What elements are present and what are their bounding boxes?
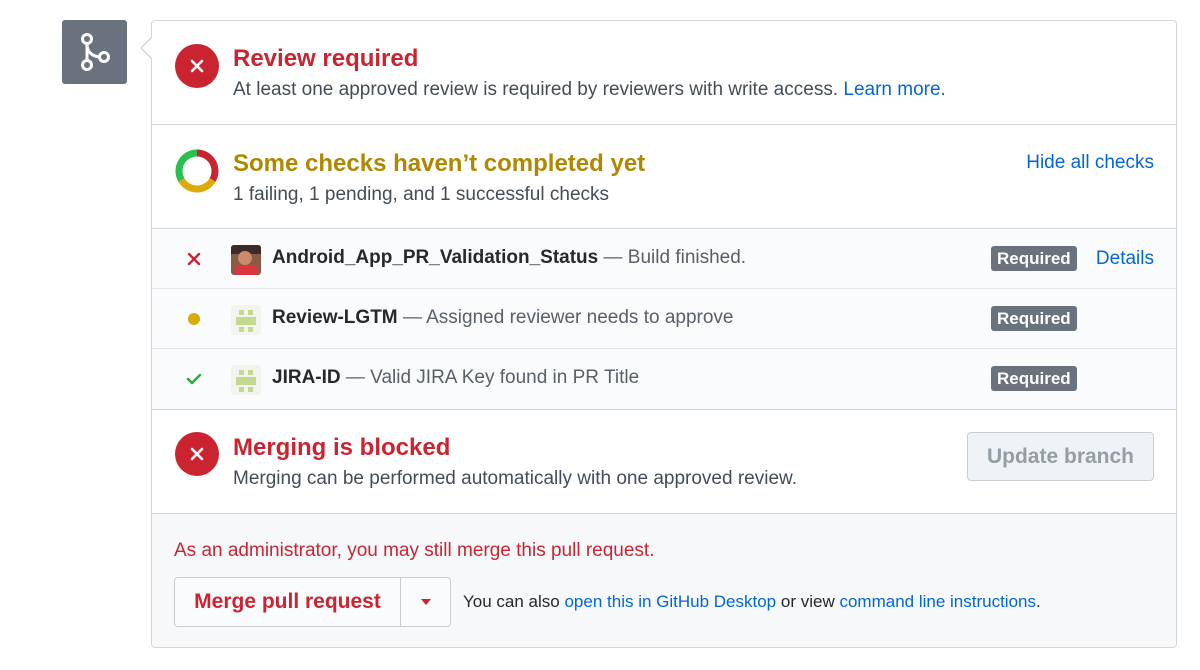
checks-summary: 1 failing, 1 pending, and 1 successful c… — [233, 184, 610, 205]
hint-prefix: You can also — [463, 592, 560, 611]
admin-merge-section: As an administrator, you may still merge… — [152, 514, 1176, 647]
merge-method-dropdown[interactable] — [401, 578, 450, 626]
check-row-jira-id: JIRA-ID — Valid JIRA Key found in PR Tit… — [152, 349, 1176, 410]
admin-note: As an administrator, you may still merge… — [174, 540, 655, 561]
check-text: JIRA-ID — Valid JIRA Key found in PR Tit… — [272, 367, 639, 389]
required-badge: Required — [991, 246, 1077, 271]
checks-title: Some checks haven’t completed yet — [233, 150, 646, 177]
merging-blocked-description: Merging can be performed automatically w… — [233, 468, 797, 489]
hide-all-checks-link[interactable]: Hide all checks — [1026, 152, 1154, 174]
checks-donut-icon — [175, 149, 219, 193]
details-link[interactable]: Details — [1096, 248, 1154, 270]
dot-icon — [184, 307, 204, 331]
x-icon — [184, 247, 204, 271]
git-merge-icon — [62, 20, 127, 84]
review-required-title: Review required — [233, 45, 419, 72]
avatar — [231, 245, 261, 275]
triangle-down-icon — [420, 599, 431, 605]
avatar — [231, 365, 261, 395]
check-row-review-lgtm: Review-LGTM — Assigned reviewer needs to… — [152, 289, 1176, 349]
review-description-text: At least one approved review is required… — [233, 79, 839, 100]
check-text: Android_App_PR_Validation_Status — Build… — [272, 247, 746, 269]
check-row-android: Android_App_PR_Validation_Status — Build… — [152, 229, 1176, 289]
check-name: Android_App_PR_Validation_Status — [272, 247, 599, 268]
x-icon — [175, 44, 219, 88]
check-icon — [184, 367, 204, 391]
merge-hint: You can also open this in GitHub Desktop… — [463, 592, 1041, 612]
merging-blocked-section: Merging is blocked Merging can be perfor… — [152, 410, 1176, 514]
hint-suffix: . — [1036, 592, 1041, 611]
check-description: — Build finished. — [603, 247, 747, 268]
merging-blocked-title: Merging is blocked — [233, 434, 451, 461]
required-badge: Required — [991, 306, 1077, 331]
merge-button-group: Merge pull request — [174, 577, 451, 627]
merge-pull-request-button[interactable]: Merge pull request — [175, 578, 401, 626]
check-description: — Assigned reviewer needs to approve — [402, 307, 734, 328]
review-required-description: At least one approved review is required… — [233, 79, 946, 101]
check-name: JIRA-ID — [272, 367, 341, 388]
check-text: Review-LGTM — Assigned reviewer needs to… — [272, 307, 734, 329]
merge-status-panel: Review required At least one approved re… — [151, 20, 1177, 648]
update-branch-button[interactable]: Update branch — [967, 432, 1154, 481]
hint-middle: or view — [780, 592, 835, 611]
learn-more-link[interactable]: Learn more. — [843, 79, 945, 100]
github-desktop-link[interactable]: open this in GitHub Desktop — [564, 592, 776, 611]
review-required-section: Review required At least one approved re… — [152, 21, 1176, 125]
check-name: Review-LGTM — [272, 307, 398, 328]
check-description: — Valid JIRA Key found in PR Title — [345, 367, 640, 388]
x-icon — [175, 432, 219, 476]
checks-summary-section: Some checks haven’t completed yet 1 fail… — [152, 125, 1176, 229]
panel-caret-fill — [142, 38, 152, 58]
command-line-link[interactable]: command line instructions — [839, 592, 1036, 611]
avatar — [231, 305, 261, 335]
required-badge: Required — [991, 366, 1077, 391]
